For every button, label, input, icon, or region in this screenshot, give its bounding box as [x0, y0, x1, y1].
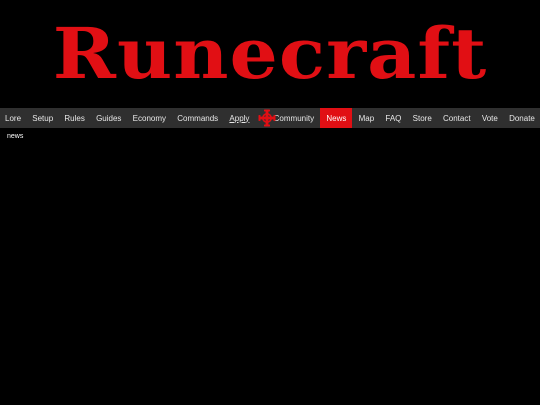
nav-item-commands[interactable]: Commands: [172, 108, 223, 128]
nav-item-rules[interactable]: Rules: [59, 108, 89, 128]
nav-item-economy[interactable]: Economy: [128, 108, 171, 128]
nav-item-apply[interactable]: Apply: [224, 108, 254, 128]
nav-label: Contact: [443, 113, 471, 123]
nav-label: News: [326, 113, 347, 123]
nav-item-vote[interactable]: Vote: [477, 108, 503, 128]
nav-item-map[interactable]: Map: [354, 108, 380, 128]
page-content: news: [7, 133, 24, 140]
nav-item-donate[interactable]: Donate: [504, 108, 540, 128]
site-header: Runecraft: [0, 0, 540, 108]
nav-label: Store: [412, 113, 432, 123]
nav-label: Lore: [5, 113, 22, 123]
nav-item-faq[interactable]: FAQ: [380, 108, 406, 128]
site-logo[interactable]: Runecraft: [0, 6, 540, 102]
nav-label: Setup: [32, 113, 54, 123]
nav-label: FAQ: [385, 113, 402, 123]
nav-label: Economy: [132, 113, 167, 123]
nav-item-store[interactable]: Store: [408, 108, 437, 128]
main-nav: Lore Setup Rules Guides Economy Commands…: [0, 108, 540, 128]
nav-item-contact[interactable]: Contact: [438, 108, 476, 128]
celtic-cross-icon: [258, 109, 276, 127]
nav-label: Commands: [177, 113, 219, 123]
nav-item-news[interactable]: News: [320, 108, 353, 128]
nav-item-setup[interactable]: Setup: [27, 108, 58, 128]
nav-label: Apply: [229, 113, 250, 123]
nav-label: Map: [358, 113, 375, 123]
nav-label: Community: [273, 113, 315, 123]
nav-item-lore[interactable]: Lore: [0, 108, 26, 128]
nav-item-community[interactable]: Community: [256, 108, 319, 128]
nav-label: Vote: [481, 113, 498, 123]
nav-label: Donate: [509, 113, 535, 123]
nav-label: Rules: [64, 113, 85, 123]
nav-label: Guides: [96, 113, 122, 123]
nav-item-guides[interactable]: Guides: [91, 108, 126, 128]
